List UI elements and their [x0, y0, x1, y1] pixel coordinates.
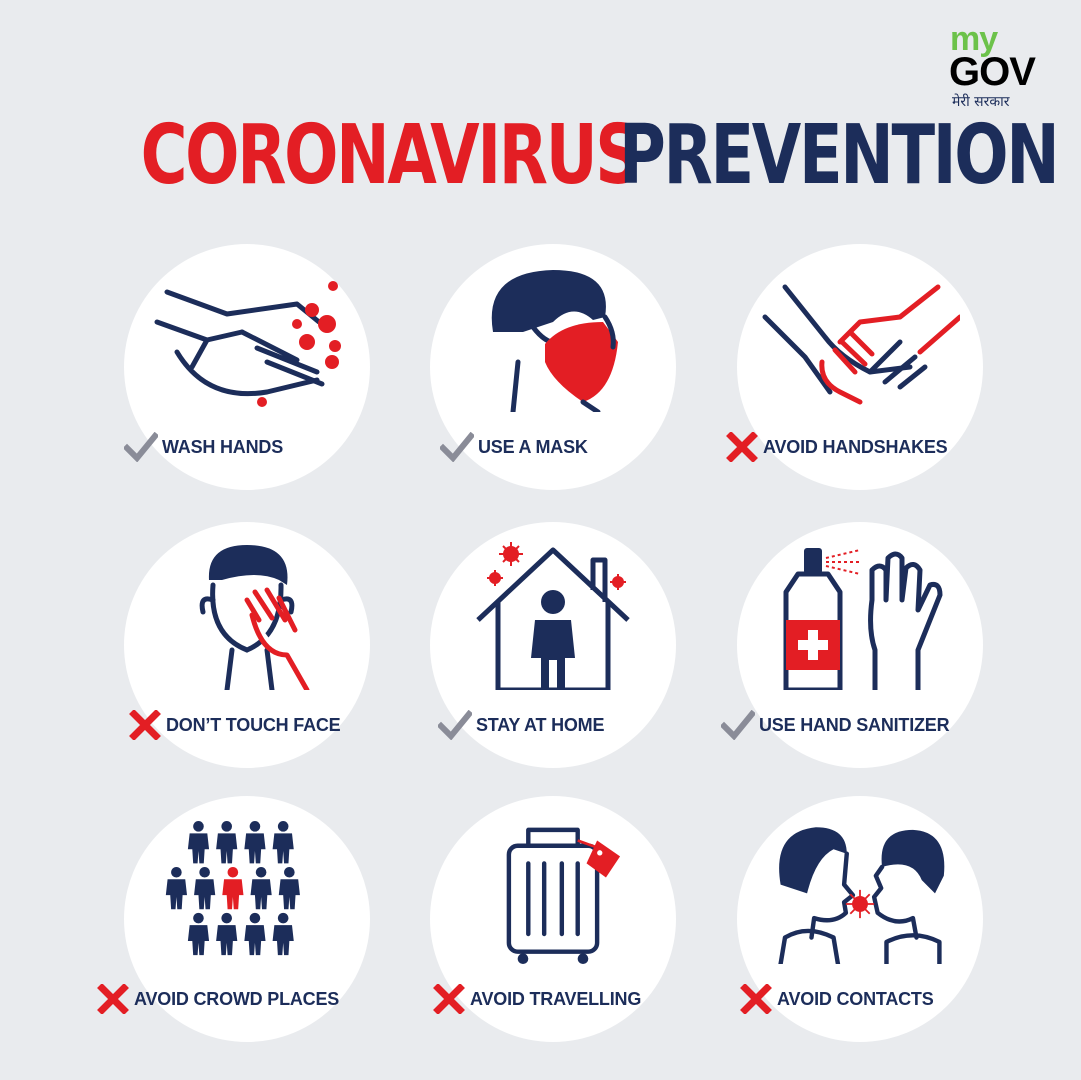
tip-card-dont-touch-face: DON’T TOUCH FACE [124, 522, 370, 768]
tip-label-row: STAY AT HOME [438, 710, 604, 740]
mygov-logo: my GOV मेरी सरकार [946, 16, 1066, 116]
cross-icon [97, 984, 129, 1014]
check-icon [438, 710, 472, 740]
crowd-icon [165, 821, 300, 956]
tip-label: STAY AT HOME [476, 714, 605, 735]
tip-card-use-mask: USE A MASK [430, 244, 676, 490]
person-figure [187, 912, 210, 956]
check-icon [440, 432, 474, 462]
tip-label-row: USE HAND SANITIZER [721, 710, 950, 740]
tip-label: USE HAND SANITIZER [759, 714, 950, 735]
touch-face-icon [199, 545, 310, 690]
house-icon [476, 542, 630, 690]
tip-card-hand-sanitizer: USE HAND SANITIZER [721, 522, 983, 768]
sanitizer-icon [783, 548, 943, 690]
person-figure [187, 821, 210, 864]
tip-label: DON’T TOUCH FACE [166, 714, 341, 735]
person-figure [216, 821, 238, 864]
person-figure [216, 912, 238, 956]
tip-label-row: AVOID CROWD PLACES [96, 984, 339, 1014]
person-figure [244, 821, 266, 864]
title-coronavirus: CORONAVIRUS [140, 108, 642, 203]
tip-card-stay-at-home: STAY AT HOME [430, 522, 676, 768]
cross-icon [740, 984, 772, 1014]
tip-label: WASH HANDS [162, 436, 284, 457]
tip-label-row: AVOID TRAVELLING [432, 984, 641, 1014]
check-icon [124, 432, 158, 462]
logo-gov: GOV [949, 50, 1036, 94]
tip-label: AVOID TRAVELLING [470, 988, 642, 1009]
person-figure [278, 866, 300, 910]
tip-label-row: AVOID HANDSHAKES [725, 432, 948, 462]
handshake-icon [762, 284, 960, 405]
tip-label-row: WASH HANDS [124, 432, 283, 462]
tip-card-avoid-handshakes: AVOID HANDSHAKES [726, 244, 983, 490]
suitcase-icon [506, 827, 621, 964]
person-figure [250, 866, 272, 910]
tip-label-row: USE A MASK [440, 432, 588, 462]
tip-label: USE A MASK [478, 436, 588, 457]
cross-icon [129, 710, 161, 740]
tip-label-row: AVOID CONTACTS [739, 984, 934, 1014]
tip-card-avoid-crowd: AVOID CROWD PLACES [97, 796, 370, 1042]
tip-card-avoid-contacts: AVOID CONTACTS [737, 796, 983, 1042]
person-figure [272, 912, 294, 956]
two-faces-icon [778, 827, 945, 964]
person-figure-highlighted [222, 866, 244, 910]
page-title: CORONAVIRUSPREVENTION [0, 108, 1081, 220]
washing-hands-icon [154, 281, 341, 407]
title-prevention: PREVENTION [619, 108, 1060, 203]
tip-card-avoid-travelling: AVOID TRAVELLING [430, 796, 676, 1042]
person-figure [244, 912, 266, 956]
face-mask-icon [491, 270, 618, 412]
tip-label: AVOID CROWD PLACES [134, 988, 340, 1009]
tip-label: AVOID CONTACTS [777, 988, 934, 1009]
tip-label-row: DON’T TOUCH FACE [128, 710, 341, 740]
check-icon [721, 710, 755, 740]
person-figure [165, 866, 187, 910]
cross-icon [433, 984, 465, 1014]
tip-label: AVOID HANDSHAKES [763, 436, 948, 457]
person-figure [272, 821, 294, 864]
tip-card-wash-hands: WASH HANDS [124, 244, 370, 490]
person-figure [194, 866, 216, 910]
cross-icon [726, 432, 758, 462]
